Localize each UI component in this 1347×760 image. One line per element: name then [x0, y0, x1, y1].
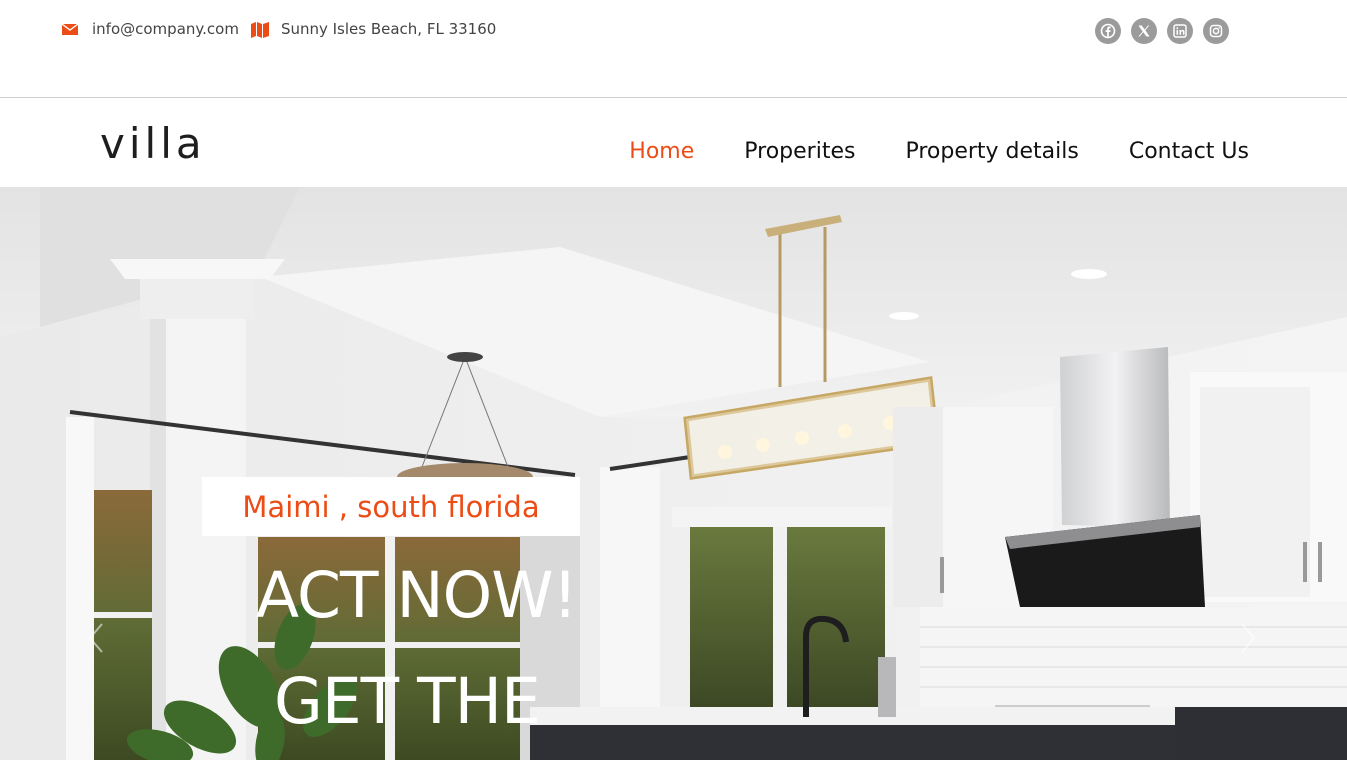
chevron-right-icon[interactable] — [1238, 621, 1258, 655]
hero-location-badge: Maimi , south florida — [202, 477, 580, 536]
nav-home[interactable]: Home — [629, 137, 694, 167]
address-text: Sunny Isles Beach, FL 33160 — [280, 20, 497, 38]
email-link[interactable]: info@company.com — [92, 20, 239, 38]
nav-contact-us[interactable]: Contact Us — [1129, 137, 1249, 167]
instagram-icon[interactable] — [1203, 18, 1229, 44]
social-links — [1095, 18, 1239, 44]
contact-info: info@company.com Sunny Isles Beach, FL 3… — [61, 20, 508, 38]
x-twitter-icon[interactable] — [1131, 18, 1157, 44]
map-icon — [250, 22, 269, 38]
nav-properties[interactable]: Properites — [744, 137, 855, 167]
hero-slider: Maimi , south florida ACT NOW! GET THE — [0, 187, 1347, 760]
facebook-icon[interactable] — [1095, 18, 1121, 44]
site-logo[interactable]: villa — [100, 119, 206, 168]
hero-headline-line-1: ACT NOW! — [256, 559, 578, 632]
main-navbar: villa Home Properites Property details C… — [0, 99, 1347, 187]
hero-headline-line-2: GET THE — [274, 665, 541, 738]
hero-location-text: Maimi , south florida — [242, 489, 540, 524]
envelope-icon — [61, 22, 79, 36]
hero-background-image — [0, 187, 1347, 760]
chevron-left-icon[interactable] — [86, 621, 106, 655]
linkedin-icon[interactable] — [1167, 18, 1193, 44]
nav-property-details[interactable]: Property details — [905, 137, 1078, 167]
main-nav: Home Properites Property details Contact… — [579, 137, 1249, 167]
top-bar: info@company.com Sunny Isles Beach, FL 3… — [0, 0, 1347, 98]
